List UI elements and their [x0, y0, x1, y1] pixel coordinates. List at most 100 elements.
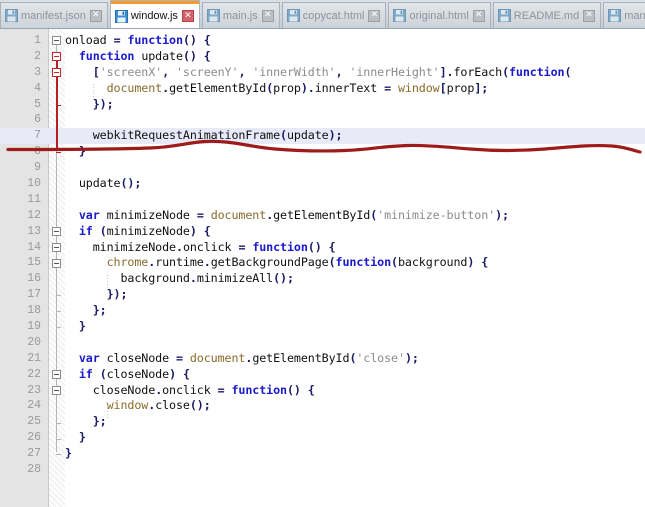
line-number: 24	[27, 399, 41, 413]
floppy-disk-icon	[114, 9, 128, 23]
line-number: 8	[34, 145, 41, 159]
code-line[interactable]: 8 }	[0, 144, 645, 160]
editor-tab-label: manifest.json	[21, 9, 86, 22]
code-text: webkitRequestAnimationFrame(update);	[92, 128, 343, 143]
code-text: });	[106, 287, 128, 302]
code-text: });	[92, 96, 114, 111]
code-line[interactable]: 7 webkitRequestAnimationFrame(update);	[0, 128, 645, 145]
line-number: 3	[34, 65, 41, 79]
line-number: 7	[34, 129, 41, 143]
code-line[interactable]: 21 var closeNode = document.getElementBy…	[0, 351, 645, 367]
code-text: if (closeNode) {	[78, 366, 190, 381]
editor-tab-original-html[interactable]: original.html ✕	[388, 2, 491, 28]
editor-tab-README-md[interactable]: README.md ✕	[492, 2, 602, 28]
editor-tab-window-js[interactable]: window.js ✕	[109, 0, 200, 28]
close-icon[interactable]: ✕	[472, 9, 485, 22]
fold-toggle-icon[interactable]	[52, 385, 61, 395]
fold-range-end	[56, 295, 61, 297]
code-line[interactable]: 4 document.getElementById(prop).innerTex…	[0, 81, 645, 97]
code-line[interactable]: 6	[0, 112, 645, 128]
fold-toggle-icon[interactable]	[52, 67, 61, 77]
fold-range-end	[56, 152, 61, 154]
code-line[interactable]: 27}	[0, 446, 645, 462]
line-number: 19	[27, 320, 41, 334]
line-number: 14	[27, 240, 41, 254]
fold-toggle-icon[interactable]	[52, 36, 61, 45]
code-text: minimizeNode.onclick = function() {	[92, 239, 336, 254]
code-line[interactable]: 14 minimizeNode.onclick = function() {	[0, 240, 645, 256]
code-line[interactable]: 11	[0, 192, 645, 208]
fold-toggle-icon[interactable]	[52, 369, 61, 379]
code-line[interactable]: 2 function update() {	[0, 49, 645, 65]
code-line[interactable]: 23 closeNode.onclick = function() {	[0, 383, 645, 399]
line-number: 22	[27, 367, 41, 381]
editor-area[interactable]: 1 onload = function() {2 function update(…	[0, 29, 645, 507]
code-line[interactable]: 5 });	[0, 97, 645, 113]
code-line[interactable]: 16 background.minimizeAll();	[0, 271, 645, 287]
fold-toggle-icon[interactable]	[52, 226, 61, 236]
code-text: };	[92, 303, 107, 318]
code-line[interactable]: 28	[0, 462, 645, 478]
fold-range-end	[56, 422, 61, 424]
fold-range-end	[56, 438, 61, 440]
close-icon[interactable]: ✕	[368, 9, 381, 22]
close-icon[interactable]: ✕	[261, 9, 274, 22]
line-number: 26	[27, 431, 41, 445]
code-text: function update() {	[78, 48, 211, 63]
editor-tab-bar: manifest.json ✕ window.js ✕ main.js ✕ copycat.…	[0, 0, 645, 29]
editor-tab-manifest-json[interactable]: manifest.json✕	[0, 2, 108, 28]
line-number: 6	[34, 113, 41, 127]
line-number: 18	[27, 304, 41, 318]
fold-range-end	[56, 104, 61, 106]
code-line[interactable]: 13 if (minimizeNode) {	[0, 224, 645, 240]
floppy-disk-icon	[5, 9, 18, 22]
code-line[interactable]: 3 ['screenX', 'screenY', 'innerWidth', '…	[0, 65, 645, 81]
editor-tab-main-js[interactable]: main.js ✕	[201, 2, 280, 28]
fold-range-line	[56, 394, 57, 421]
code-line[interactable]: 17 });	[0, 287, 645, 303]
line-number: 15	[27, 256, 41, 270]
floppy-disk-icon	[608, 9, 622, 22]
code-line[interactable]: 26 }	[0, 430, 645, 446]
fold-toggle-icon[interactable]	[52, 258, 61, 268]
code-text: }	[78, 144, 86, 159]
line-number: 5	[34, 97, 41, 111]
code-line[interactable]: 19 }	[0, 319, 645, 335]
code-line[interactable]: 24 window.close();	[0, 398, 645, 414]
code-line[interactable]: 20	[0, 335, 645, 351]
editor-tab-manifest-json[interactable]: manifest.json✕	[603, 2, 645, 28]
code-text: onload = function() {	[65, 33, 211, 47]
line-number: 20	[27, 335, 41, 349]
code-line[interactable]: 10 update();	[0, 176, 645, 192]
floppy-disk-icon	[206, 9, 220, 22]
fold-range-end	[56, 327, 61, 329]
editor-tab-label: window.js	[130, 10, 178, 22]
line-number: 10	[27, 177, 41, 191]
indent-guide	[107, 401, 109, 418]
code-editor-window: manifest.json ✕ window.js ✕ main.js ✕ copycat.…	[0, 0, 645, 507]
floppy-disk-icon	[497, 9, 511, 22]
fold-toggle-icon[interactable]	[52, 51, 61, 61]
code-text: }	[78, 319, 86, 334]
line-number: 17	[27, 288, 41, 302]
code-text: closeNode.onclick = function() {	[92, 382, 315, 397]
line-number: 2	[34, 49, 41, 63]
code-lines-container[interactable]: 1 onload = function() {2 function update(…	[0, 33, 645, 478]
code-text: if (minimizeNode) {	[78, 223, 211, 238]
code-line[interactable]: 9	[0, 160, 645, 176]
code-line[interactable]: 18 };	[0, 303, 645, 319]
close-icon[interactable]: ✕	[583, 9, 596, 22]
close-icon[interactable]: ✕	[181, 10, 194, 22]
indent-guide	[93, 83, 95, 100]
editor-tab-copycat-html[interactable]: copycat.html ✕	[281, 2, 387, 28]
fold-toggle-icon[interactable]	[52, 242, 61, 252]
code-text: window.close();	[106, 398, 211, 413]
code-text: var minimizeNode = document.getElementBy…	[78, 207, 509, 222]
line-number: 28	[27, 463, 41, 477]
code-line[interactable]: 12 var minimizeNode = document.getElemen…	[0, 208, 645, 224]
code-line[interactable]: 1 onload = function() {	[0, 33, 645, 49]
close-icon[interactable]: ✕	[89, 9, 102, 22]
code-line[interactable]: 25 };	[0, 414, 645, 430]
code-line[interactable]: 15 chrome.runtime.getBackgroundPage(func…	[0, 255, 645, 271]
code-line[interactable]: 22 if (closeNode) {	[0, 367, 645, 383]
